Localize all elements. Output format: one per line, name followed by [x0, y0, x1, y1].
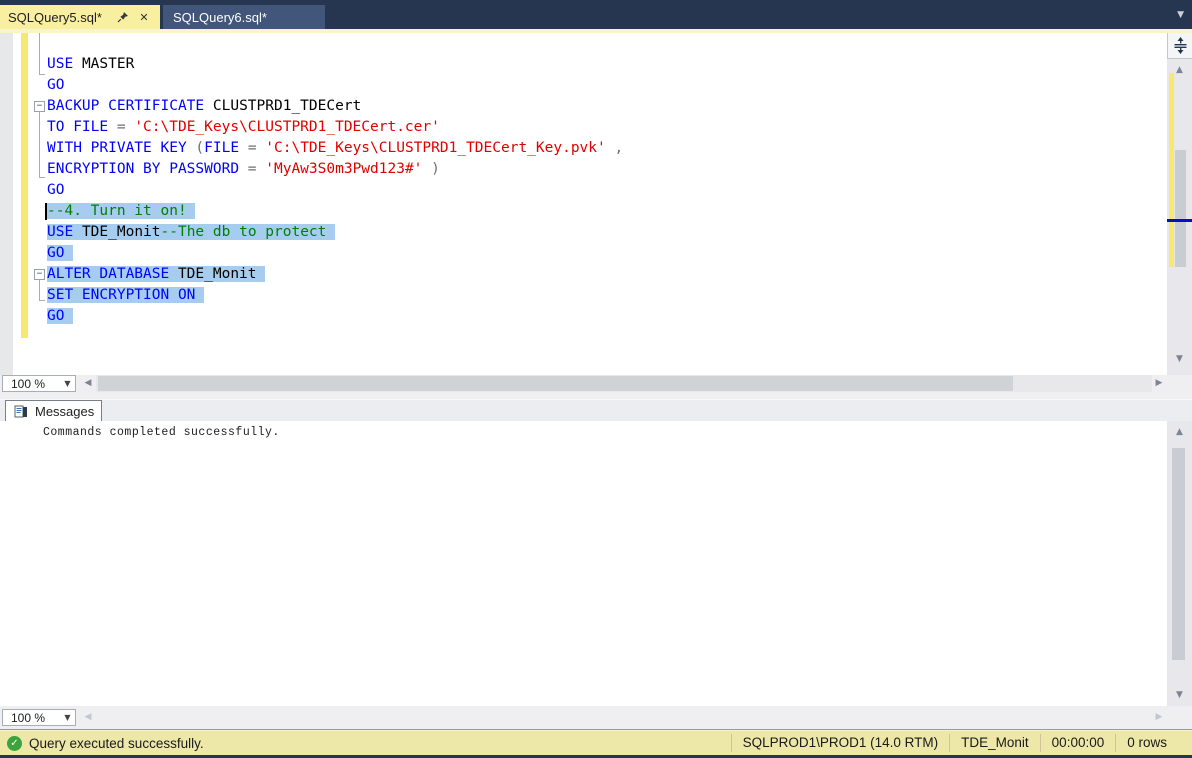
code-line: − BACKUP CERTIFICATE CLUSTPRD1_TDECert — [0, 96, 1167, 117]
status-elapsed-time: 00:00:00 — [1039, 734, 1116, 752]
zoom-value: 100 % — [11, 710, 46, 725]
scroll-down-arrow[interactable]: ▼ — [1167, 351, 1192, 367]
messages-hscroll-row: 100 % ▼ ◀ ▶ — [0, 706, 1192, 730]
messages-vertical-scrollbar[interactable]: ▲ ▼ — [1167, 421, 1192, 706]
document-tab-bar: SQLQuery5.sql* ✕ SQLQuery6.sql* ▼ — [0, 0, 1192, 29]
code-line: ENCRYPTION BY PASSWORD = 'MyAw3S0m3Pwd12… — [47, 161, 440, 177]
code-line: TO FILE = 'C:\TDE_Keys\CLUSTPRD1_TDECert… — [47, 119, 440, 135]
messages-output-area[interactable]: Commands completed successfully. — [0, 421, 1167, 706]
status-database: TDE_Monit — [949, 734, 1040, 752]
messages-output-text: Commands completed successfully. — [43, 426, 280, 439]
code-line: USE MASTER — [47, 56, 135, 72]
fold-collapse-icon[interactable]: − — [34, 101, 45, 112]
messages-icon — [14, 405, 28, 419]
code-line: WITH PRIVATE KEY (FILE = 'C:\TDE_Keys\CL… — [47, 140, 624, 156]
code-line: SET ENCRYPTION ON — [0, 285, 1167, 306]
scroll-right-arrow[interactable]: ▶ — [1152, 709, 1166, 726]
tab-label: SQLQuery6.sql* — [173, 9, 267, 25]
messages-tab-label: Messages — [35, 404, 95, 419]
pane-splitter[interactable] — [0, 392, 1192, 399]
close-icon[interactable]: ✕ — [136, 9, 152, 25]
code-lines: USE MASTER GO − BACKUP CERTIFICATE CLUSTPRD… — [0, 33, 1167, 327]
editor-zoom-select[interactable]: 100 % ▼ — [2, 375, 76, 392]
status-right: SQLPROD1\PROD1 (14.0 RTM) TDE_Monit 00:0… — [730, 734, 1192, 752]
scrollbar-thumb[interactable] — [1175, 150, 1186, 267]
messages-tab-row: Messages — [0, 399, 1192, 422]
messages-zoom-select[interactable]: 100 % ▼ — [2, 709, 76, 726]
check-circle-icon: ✓ — [7, 735, 22, 751]
hscroll-track[interactable] — [96, 375, 1152, 392]
scroll-left-arrow[interactable]: ◀ — [81, 375, 95, 392]
tab-sqlquery6[interactable]: SQLQuery6.sql* — [163, 5, 325, 29]
fold-collapse-icon[interactable]: − — [34, 269, 45, 280]
scroll-down-arrow[interactable]: ▼ — [1167, 687, 1192, 703]
editor-vertical-scrollbar[interactable]: ▲ ▼ — [1167, 33, 1192, 375]
zoom-value: 100 % — [11, 376, 46, 391]
code-line: GO — [0, 243, 1167, 264]
caret-position-marker — [1167, 219, 1192, 222]
status-bar: ✓ Query executed successfully. SQLPROD1\… — [0, 730, 1192, 755]
code-line: USE TDE_Monit--The db to protect — [0, 222, 1167, 243]
text-caret — [45, 203, 47, 220]
sql-editor-surface[interactable]: USE MASTER GO − BACKUP CERTIFICATE CLUSTPRD… — [0, 33, 1167, 375]
status-message: Query executed successfully. — [29, 735, 204, 751]
code-line: GO — [47, 77, 65, 93]
editor-hscroll-row: 100 % ▼ ◀ ▶ — [0, 375, 1192, 392]
change-marks-overview — [1169, 73, 1174, 267]
tab-label: SQLQuery5.sql* — [8, 9, 102, 25]
hscroll-thumb[interactable] — [98, 376, 1013, 391]
split-icon — [1174, 37, 1186, 54]
scroll-up-arrow[interactable]: ▲ — [1167, 424, 1192, 440]
tab-messages[interactable]: Messages — [5, 400, 102, 422]
tab-sqlquery5[interactable]: SQLQuery5.sql* ✕ — [0, 5, 160, 29]
code-line: − ALTER DATABASE TDE_Monit — [0, 264, 1167, 285]
scrollbar-thumb[interactable] — [1172, 448, 1185, 660]
code-line: GO — [47, 182, 65, 198]
chevron-down-icon: ▼ — [64, 379, 71, 388]
code-line: GO — [0, 306, 1167, 327]
code-line: --4. Turn it on! — [0, 201, 1167, 222]
status-left: ✓ Query executed successfully. — [0, 735, 731, 751]
status-row-count: 0 rows — [1115, 734, 1178, 752]
scrollbar-corner — [1167, 375, 1192, 392]
status-server: SQLPROD1\PROD1 (14.0 RTM) — [730, 734, 950, 752]
scroll-right-arrow[interactable]: ▶ — [1152, 375, 1166, 392]
results-messages-pane: Messages Commands completed successfully… — [0, 399, 1192, 730]
scroll-left-arrow[interactable]: ◀ — [81, 709, 95, 726]
chevron-down-icon[interactable]: ▼ — [1177, 10, 1184, 20]
split-editor-button[interactable] — [1167, 33, 1192, 59]
pin-icon[interactable] — [116, 10, 130, 24]
chevron-down-icon: ▼ — [64, 713, 71, 722]
